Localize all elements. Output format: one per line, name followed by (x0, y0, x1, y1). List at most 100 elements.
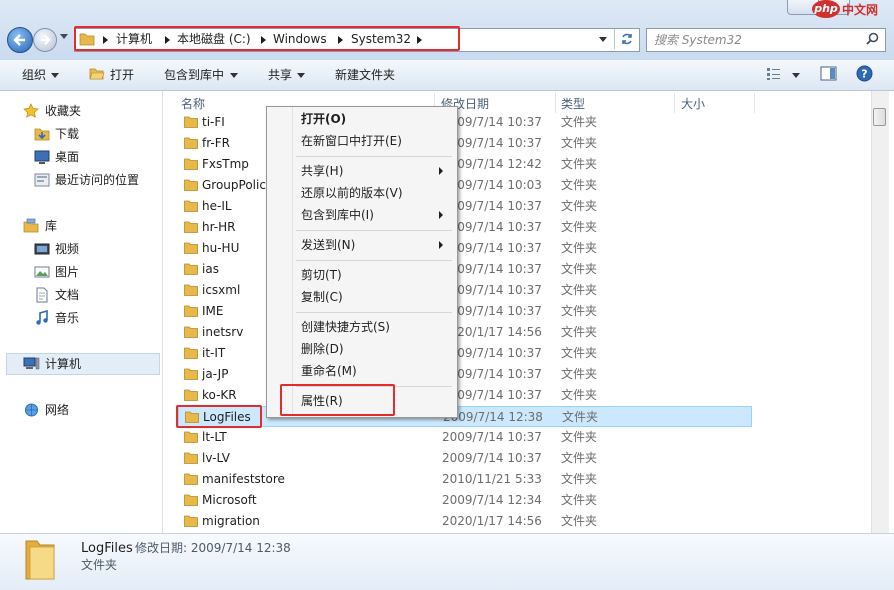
folder-icon (184, 368, 198, 380)
sidebar-item-documents[interactable]: 文档 (55, 285, 79, 305)
organize-button[interactable]: 组织 (22, 67, 46, 83)
file-type: 文件夹 (561, 178, 598, 192)
preview-pane-icon[interactable] (820, 66, 837, 81)
menu-item-copy[interactable]: 复制(C) (301, 287, 343, 307)
pictures-icon (34, 266, 50, 278)
computer-icon (23, 357, 40, 370)
help-icon[interactable]: ? (856, 65, 873, 82)
file-row[interactable]: ti-FI 2009/7/14 10:37 文件夹 (178, 112, 752, 133)
share-dropdown-icon[interactable] (297, 73, 305, 78)
sidebar-item-recent-places[interactable]: 最近访问的位置 (55, 170, 139, 190)
menu-item-include-in-library[interactable]: 包含到库中(I) (301, 205, 374, 225)
share-button[interactable]: 共享 (268, 67, 292, 83)
menu-item-send-to[interactable]: 发送到(N) (301, 235, 355, 255)
file-row[interactable]: FxsTmp 2009/7/14 12:42 文件夹 (178, 154, 752, 175)
new-folder-button[interactable]: 新建文件夹 (335, 67, 395, 83)
details-type: 文件夹 (81, 558, 118, 572)
menu-item-cut[interactable]: 剪切(T) (301, 265, 342, 285)
submenu-arrow-icon (439, 167, 443, 175)
column-header-name[interactable]: 名称 (181, 96, 205, 112)
sidebar-item-network[interactable]: 网络 (45, 400, 69, 420)
watermark-text: 中文网 (842, 3, 879, 17)
folder-icon (184, 347, 198, 359)
open-button[interactable]: 打开 (110, 67, 134, 83)
folder-icon (184, 179, 198, 191)
file-row[interactable]: ja-JP 2009/7/14 10:37 文件夹 (178, 364, 752, 385)
menu-separator (296, 260, 452, 261)
back-button[interactable] (7, 27, 33, 53)
view-dropdown-icon[interactable] (792, 73, 800, 78)
sidebar-item-music[interactable]: 音乐 (55, 308, 79, 328)
file-type: 文件夹 (561, 514, 598, 528)
file-row[interactable]: migration 2020/1/17 14:56 文件夹 (178, 511, 752, 532)
file-date: 2020/1/17 14:56 (442, 514, 542, 528)
file-row[interactable]: GroupPolicy 2009/7/14 10:03 文件夹 (178, 175, 752, 196)
file-row[interactable]: he-IL 2009/7/14 10:37 文件夹 (178, 196, 752, 217)
submenu-arrow-icon (439, 211, 443, 219)
file-row[interactable]: LogFiles 2009/7/14 12:38 文件夹 (178, 406, 752, 427)
address-history-dropdown-icon[interactable] (599, 37, 607, 42)
menu-item-share[interactable]: 共享(H) (301, 161, 343, 181)
properties-highlight-box (280, 384, 395, 416)
sidebar-item-desktop[interactable]: 桌面 (55, 147, 79, 167)
sidebar-item-pictures[interactable]: 图片 (55, 262, 79, 282)
file-type: 文件夹 (561, 262, 598, 276)
column-header-size[interactable]: 大小 (681, 96, 705, 112)
file-row[interactable]: manifeststore 2010/11/21 5:33 文件夹 (178, 469, 752, 490)
search-icon[interactable] (866, 32, 879, 45)
menu-item-rename[interactable]: 重命名(M) (301, 361, 357, 381)
sidebar-item-videos[interactable]: 视频 (55, 239, 79, 259)
column-header-type[interactable]: 类型 (561, 96, 585, 112)
file-row[interactable]: hu-HU 2009/7/14 10:37 文件夹 (178, 238, 752, 259)
details-file-name: LogFiles (81, 541, 133, 556)
folder-icon (184, 515, 198, 527)
sidebar-item-favorites[interactable]: 收藏夹 (45, 101, 81, 121)
file-row[interactable]: ias 2009/7/14 10:37 文件夹 (178, 259, 752, 280)
menu-item-open[interactable]: 打开(O) (301, 109, 346, 129)
context-menu-gutter (292, 107, 293, 415)
forward-button[interactable] (33, 28, 57, 52)
context-menu (266, 106, 458, 418)
file-row[interactable]: fr-FR 2009/7/14 10:37 文件夹 (178, 133, 752, 154)
column-divider[interactable] (674, 93, 675, 113)
menu-item-restore-previous[interactable]: 还原以前的版本(V) (301, 183, 403, 203)
file-row[interactable]: lt-LT 2009/7/14 10:37 文件夹 (178, 427, 752, 448)
menu-separator (296, 312, 452, 313)
file-type: 文件夹 (561, 451, 598, 465)
file-row[interactable]: ko-KR 2009/7/14 10:37 文件夹 (178, 385, 752, 406)
file-row[interactable]: IME 2009/7/14 10:37 文件夹 (178, 301, 752, 322)
file-name: manifeststore (202, 472, 285, 486)
file-name: ko-KR (202, 388, 237, 402)
sidebar-item-computer[interactable]: 计算机 (45, 354, 81, 374)
file-row[interactable]: hr-HR 2009/7/14 10:37 文件夹 (178, 217, 752, 238)
recent-pages-dropdown-icon[interactable] (60, 34, 68, 39)
recent-places-icon (34, 173, 50, 187)
sidebar-item-libraries[interactable]: 库 (45, 216, 57, 236)
menu-item-delete[interactable]: 删除(D) (301, 339, 344, 359)
menu-item-create-shortcut[interactable]: 创建快捷方式(S) (301, 317, 390, 337)
sidebar-item-downloads[interactable]: 下载 (55, 124, 79, 144)
include-in-library-button[interactable]: 包含到库中 (164, 67, 224, 83)
column-divider[interactable] (754, 93, 755, 113)
file-row[interactable]: icsxml 2009/7/14 10:37 文件夹 (178, 280, 752, 301)
file-row[interactable]: it-IT 2009/7/14 10:37 文件夹 (178, 343, 752, 364)
details-modified: 修改日期: 2009/7/14 12:38 (135, 541, 291, 555)
file-row[interactable]: inetsrv 2020/1/17 14:56 文件夹 (178, 322, 752, 343)
menu-item-open-new-window[interactable]: 在新窗口中打开(E) (301, 131, 402, 151)
file-type: 文件夹 (561, 283, 598, 297)
refresh-icon (622, 33, 632, 45)
videos-icon (34, 243, 50, 255)
include-in-library-dropdown-icon[interactable] (230, 73, 238, 78)
submenu-arrow-icon (439, 241, 443, 249)
command-bar (0, 60, 894, 91)
vertical-scrollbar[interactable] (871, 91, 889, 533)
column-divider[interactable] (555, 93, 556, 113)
file-type: 文件夹 (561, 241, 598, 255)
file-row[interactable]: Microsoft 2009/7/14 12:34 文件夹 (178, 490, 752, 511)
scrollbar-thumb[interactable] (873, 108, 886, 126)
file-row[interactable]: lv-LV 2009/7/14 10:37 文件夹 (178, 448, 752, 469)
organize-dropdown-icon[interactable] (51, 73, 59, 78)
refresh-button[interactable] (614, 29, 639, 49)
view-options-icon[interactable] (766, 67, 782, 81)
file-name: icsxml (202, 283, 241, 297)
